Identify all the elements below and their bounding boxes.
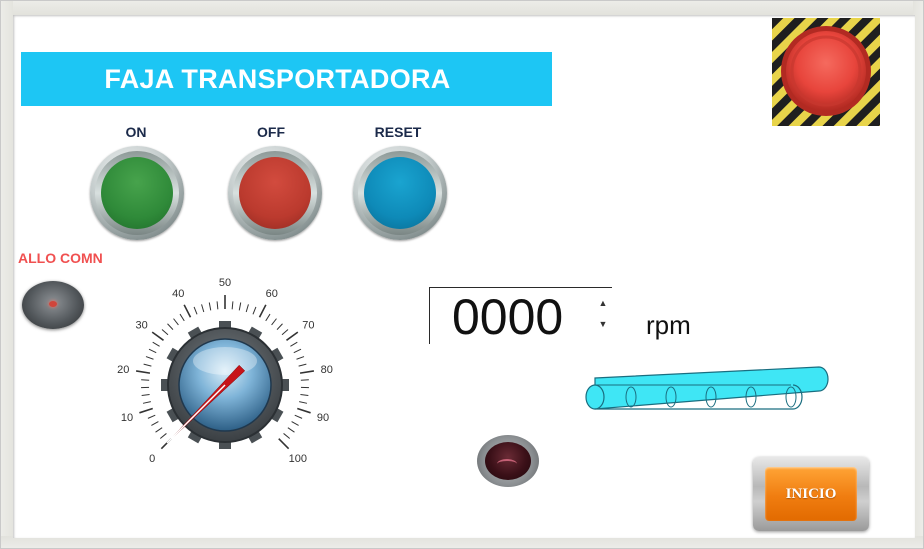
knob-minor-tick	[300, 379, 309, 381]
frame-left-edge	[1, 1, 13, 548]
knob-scale-label: 80	[321, 364, 333, 376]
spin-up-arrow-icon[interactable]: ▲	[595, 293, 611, 314]
knob-scale-label: 20	[117, 364, 129, 376]
knob-scale-label: 30	[136, 319, 148, 331]
knob-minor-tick	[238, 302, 242, 311]
inicio-button-label: INICIO	[785, 485, 837, 502]
rpm-spinner[interactable]: ▲ ▼	[595, 293, 611, 335]
knob-minor-tick	[141, 379, 150, 381]
run-led-lens	[485, 442, 531, 480]
knob-scale-label: 100	[289, 453, 307, 465]
knob-minor-tick	[155, 427, 163, 433]
knob-minor-tick	[159, 433, 167, 439]
knob-minor-tick	[151, 421, 159, 426]
knob-minor-tick	[201, 304, 205, 313]
knob-minor-tick	[143, 363, 152, 367]
knob-minor-tick	[145, 356, 154, 360]
knob-minor-tick	[252, 306, 257, 315]
knob-major-tick	[278, 438, 290, 450]
knob-minor-tick	[299, 401, 308, 404]
speed-knob[interactable]: 0 10 20 30 40 50 60 70 80 90 100	[96, 261, 366, 481]
knob-minor-tick	[283, 433, 291, 439]
inicio-button[interactable]: INICIO	[753, 457, 869, 531]
conveyor-belt-icon	[585, 366, 829, 410]
knob-minor-tick	[147, 414, 156, 419]
knob-major-tick	[258, 304, 267, 318]
knob-minor-tick	[161, 329, 169, 336]
knob-scale-label: 70	[302, 319, 314, 331]
reset-button[interactable]	[353, 146, 447, 240]
spin-down-arrow-icon[interactable]: ▼	[595, 314, 611, 335]
knob-major-tick	[299, 370, 315, 374]
knob-minor-tick	[148, 348, 157, 354]
emergency-stop-button[interactable]	[772, 18, 880, 126]
knob-minor-tick	[142, 401, 151, 404]
knob-minor-tick	[179, 313, 185, 322]
knob-minor-tick	[231, 301, 234, 310]
knob-minor-tick	[271, 318, 277, 326]
reset-button-label: RESET	[374, 124, 422, 140]
knob-major-tick	[139, 407, 153, 414]
off-button-cap	[239, 157, 311, 229]
knob-minor-tick	[216, 301, 219, 310]
knob-minor-tick	[167, 323, 174, 330]
on-button-label: ON	[125, 124, 147, 140]
knob-minor-tick	[281, 329, 289, 336]
knob-minor-tick	[296, 356, 305, 360]
alarm-led-dot	[49, 301, 57, 307]
on-button-cap	[101, 157, 173, 229]
knob-minor-tick	[141, 394, 150, 397]
alarm-label: ALLO COMN	[18, 250, 103, 266]
knob-minor-tick	[265, 313, 271, 322]
knob-major-tick	[135, 370, 151, 374]
knob-major-tick	[183, 304, 192, 318]
on-button[interactable]	[90, 146, 184, 240]
knob-minor-tick	[287, 427, 295, 433]
knob-major-tick	[297, 407, 311, 414]
frame-top-edge	[1, 1, 923, 15]
knob-minor-tick	[298, 363, 307, 367]
knob-minor-tick	[300, 394, 309, 397]
knob-scale-label: 60	[266, 288, 278, 300]
knob-scale-label: 10	[121, 412, 133, 424]
knob-minor-tick	[276, 323, 283, 330]
knob-minor-tick	[152, 341, 160, 347]
inicio-button-face: INICIO	[765, 467, 857, 521]
knob-scale-label: 90	[317, 412, 329, 424]
knob-scale-label: 0	[149, 453, 155, 465]
knob-minor-tick	[290, 341, 298, 347]
window-frame: FAJA TRANSPORTADORA ON OFF RESET ALLO CO…	[0, 0, 924, 549]
knob-scale-label: 50	[219, 277, 231, 289]
knob-major-tick	[151, 331, 164, 341]
knob-minor-tick	[291, 421, 299, 426]
run-indicator-led	[477, 435, 539, 487]
page-title: FAJA TRANSPORTADORA	[104, 63, 451, 94]
knob-minor-tick	[294, 414, 303, 419]
knob-minor-tick	[193, 306, 198, 315]
knob-major-tick	[286, 331, 299, 341]
knob-minor-tick	[208, 302, 212, 311]
knob-scale-label: 40	[172, 288, 184, 300]
rpm-value: 0000	[452, 289, 564, 345]
knob-minor-tick	[245, 304, 249, 313]
knob-minor-tick	[293, 348, 302, 354]
rpm-unit-label: rpm	[646, 310, 691, 340]
reset-button-cap	[364, 157, 436, 229]
title-banner: FAJA TRANSPORTADORA	[21, 52, 552, 106]
off-button-label: OFF	[257, 124, 285, 140]
alarm-indicator-led	[22, 281, 84, 329]
estop-cap	[786, 31, 866, 111]
off-button[interactable]	[228, 146, 322, 240]
knob-minor-tick	[173, 318, 179, 326]
